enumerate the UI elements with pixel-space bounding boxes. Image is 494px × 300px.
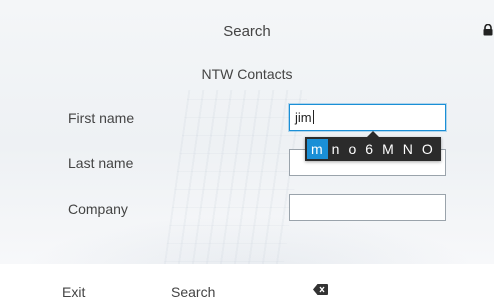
softkey-bar: Exit Search — [0, 264, 494, 300]
character-option[interactable]: n — [328, 139, 345, 159]
character-option[interactable]: M — [378, 139, 399, 159]
character-option[interactable]: 6 — [361, 139, 378, 159]
character-option[interactable]: m — [307, 139, 328, 159]
search-softkey[interactable]: Search — [171, 284, 215, 300]
character-option[interactable]: N — [399, 139, 418, 159]
character-picker-popup: m n o 6 M N O — [305, 131, 441, 161]
backspace-icon[interactable] — [313, 284, 328, 295]
company-field[interactable] — [289, 194, 446, 221]
lock-icon — [483, 24, 493, 36]
company-label: Company — [68, 201, 128, 217]
directory-name: NTW Contacts — [201, 66, 293, 82]
page-title: Search — [223, 23, 271, 40]
character-option[interactable]: o — [344, 139, 361, 159]
first-name-value: jim — [295, 110, 312, 125]
text-caret — [312, 110, 314, 124]
background-decoration — [161, 90, 309, 264]
first-name-label: First name — [68, 110, 135, 126]
character-option[interactable]: O — [418, 139, 438, 159]
background-decoration — [20, 215, 480, 264]
last-name-label: Last name — [68, 155, 134, 171]
screen-background: Search NTW Contacts First name jim Last … — [0, 0, 494, 264]
exit-softkey[interactable]: Exit — [62, 284, 85, 300]
first-name-field[interactable]: jim — [289, 104, 446, 131]
